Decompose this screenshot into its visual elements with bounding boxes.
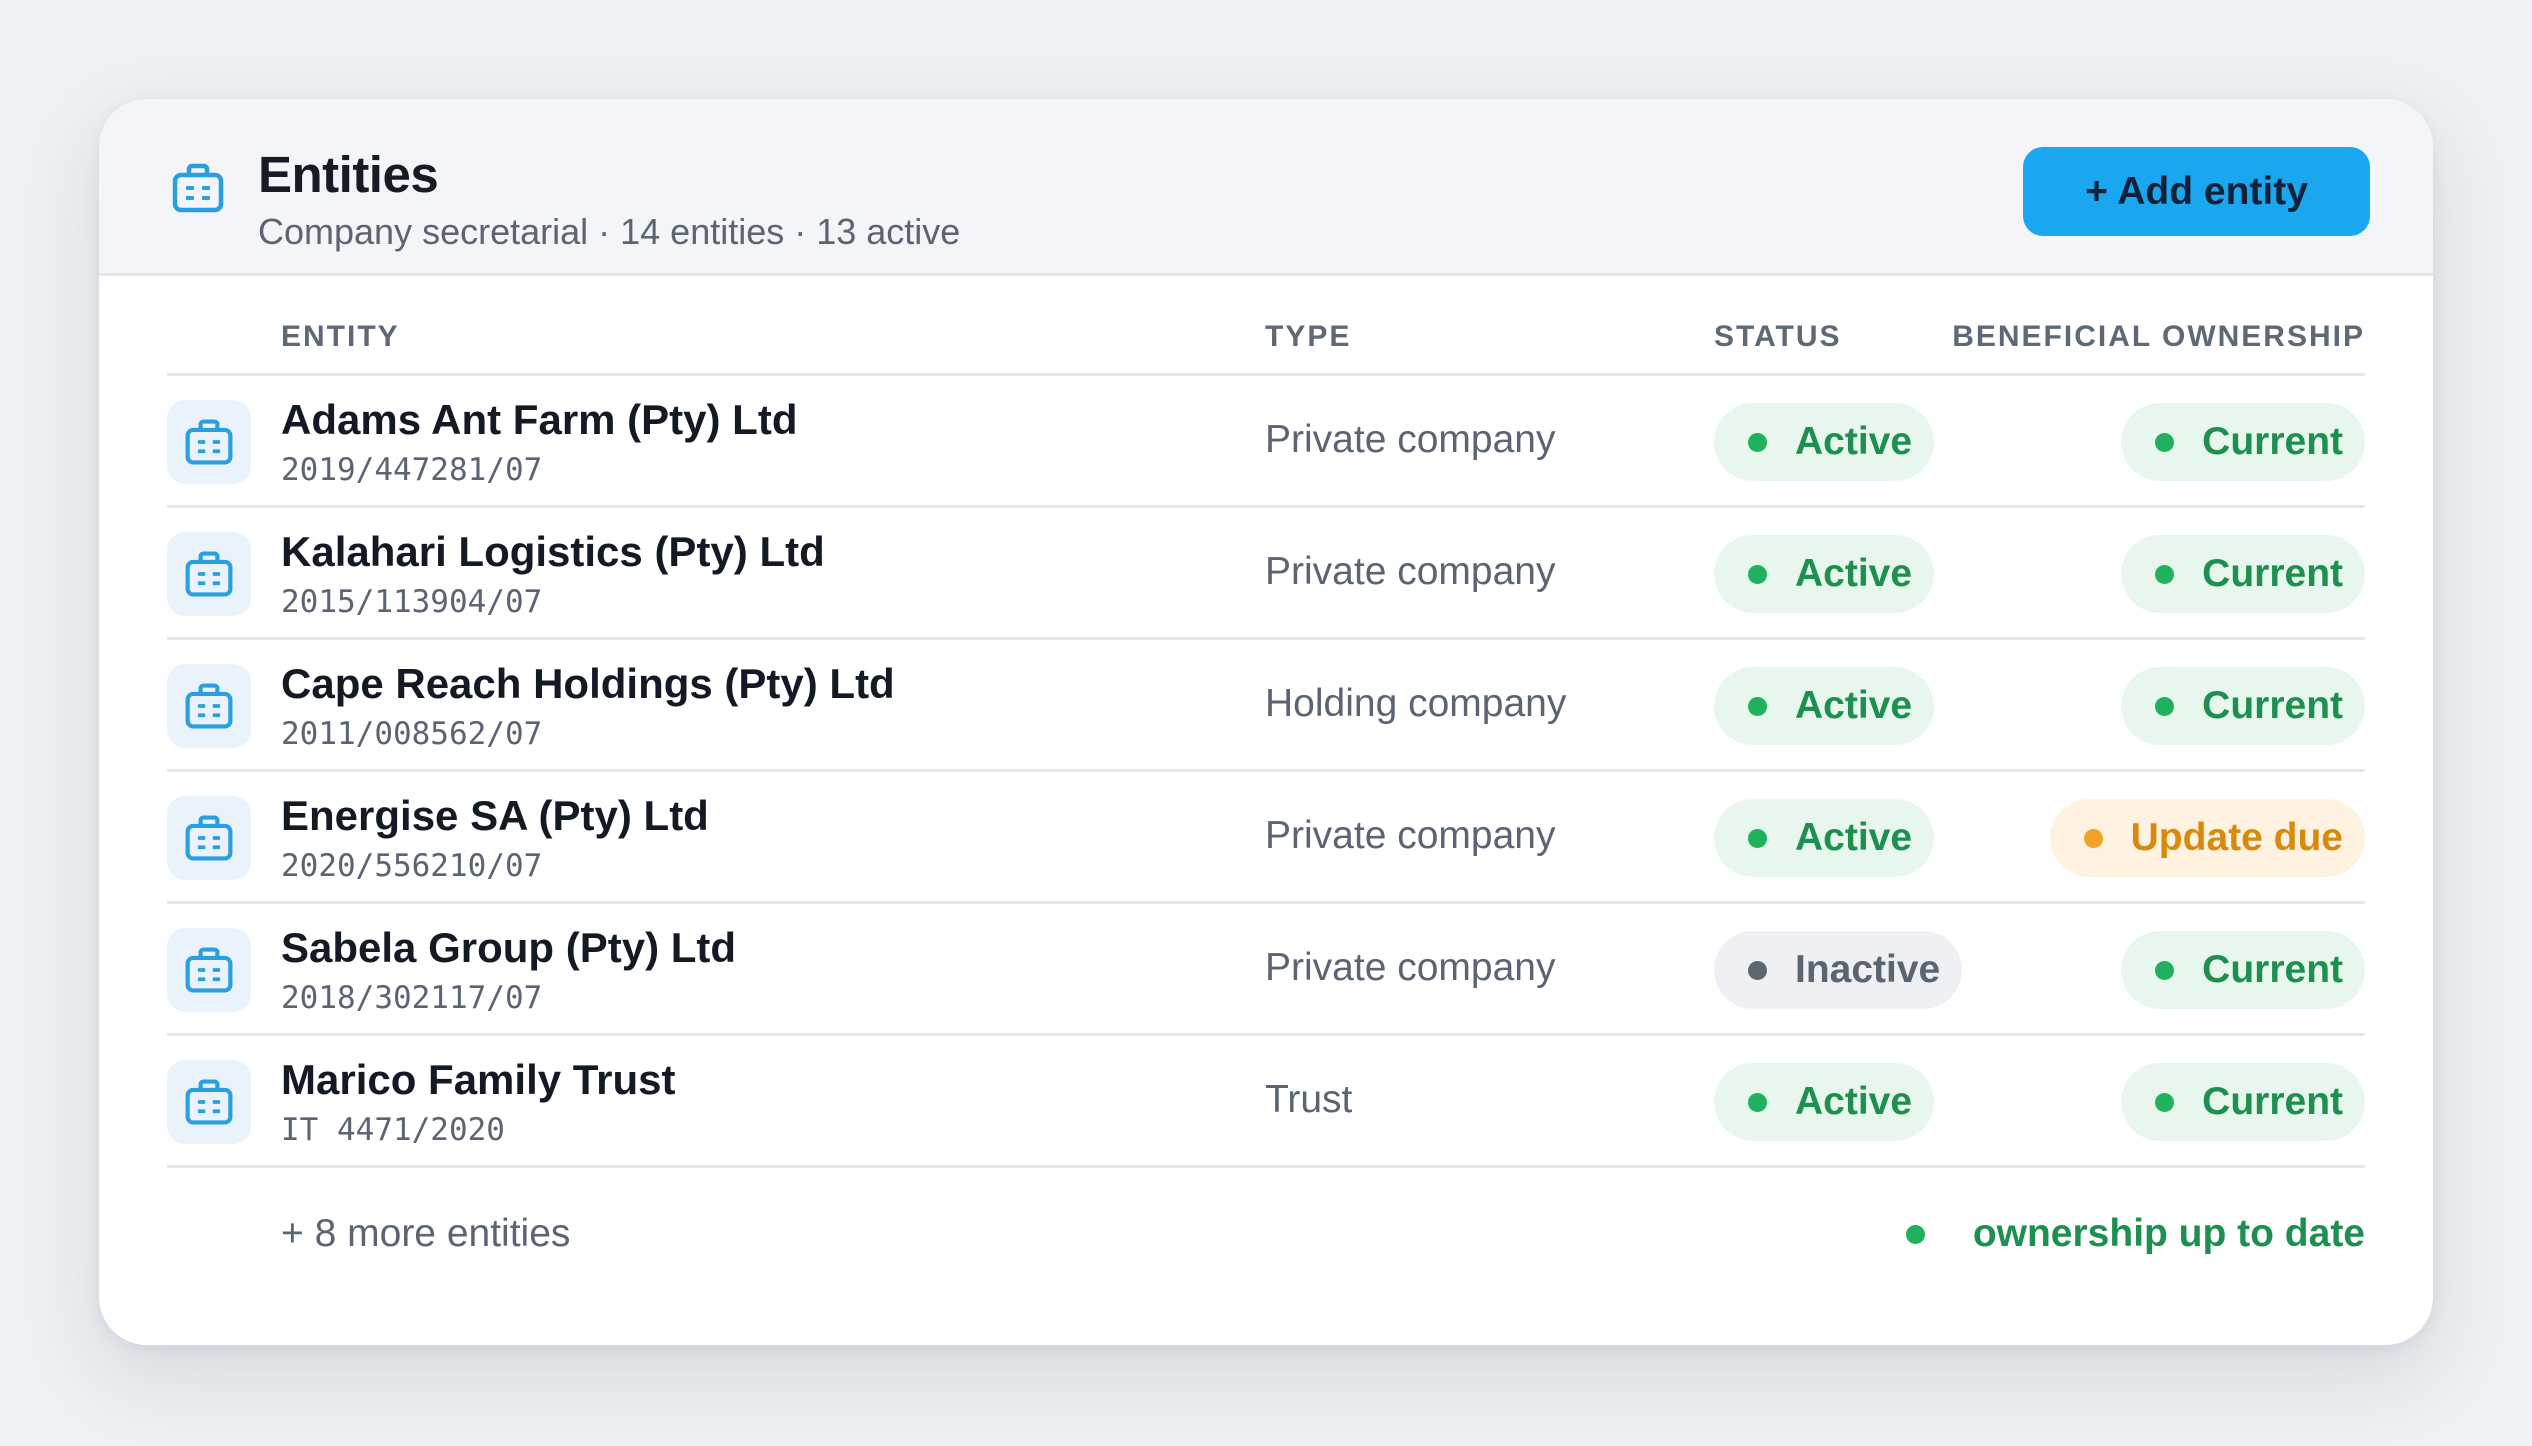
status-dot xyxy=(1748,696,1767,716)
briefcase-icon xyxy=(185,1079,233,1125)
ownership-legend: ownership up to date xyxy=(1905,1212,2365,1256)
ownership-dot xyxy=(2155,696,2175,716)
entity-registration-number: 2019/447281/07 xyxy=(281,452,543,488)
status-label: Active xyxy=(1795,1080,1913,1123)
add-entity-button[interactable]: + Add entity xyxy=(2023,147,2370,236)
entity-registration-number: 2018/302117/07 xyxy=(281,980,543,1016)
briefcase-icon xyxy=(185,419,233,465)
ownership-badge: Current xyxy=(2121,931,2365,1009)
briefcase-icon xyxy=(185,683,233,729)
page-title: Entities xyxy=(258,146,439,203)
table-row[interactable]: Adams Ant Farm (Pty) Ltd 2019/447281/07 … xyxy=(167,376,2365,508)
status-badge: Active xyxy=(1714,535,1935,613)
entity-icon-tile xyxy=(167,400,251,484)
ownership-badge: Current xyxy=(2121,535,2365,613)
ownership-dot xyxy=(2083,828,2103,848)
entity-name[interactable]: Kalahari Logistics (Pty) Ltd xyxy=(281,528,825,576)
legend-dot xyxy=(1905,1224,1925,1244)
ownership-dot xyxy=(2155,564,2175,584)
entity-type: Trust xyxy=(1265,1078,1353,1121)
status-badge: Active xyxy=(1714,1063,1935,1141)
status-badge: Inactive xyxy=(1714,931,1963,1009)
column-header-entity[interactable]: ENTITY xyxy=(281,320,400,354)
entity-name[interactable]: Energise SA (Pty) Ltd xyxy=(281,792,709,840)
entity-registration-number: 2020/556210/07 xyxy=(281,848,543,884)
briefcase-icon xyxy=(172,163,224,213)
ownership-badge: Current xyxy=(2121,403,2365,481)
status-dot xyxy=(1748,960,1767,980)
ownership-label: Current xyxy=(2202,552,2343,595)
status-dot xyxy=(1748,564,1767,584)
card-header: Entities Company secretarial · 14 entiti… xyxy=(99,99,2433,276)
table-row[interactable]: Energise SA (Pty) Ltd 2020/556210/07 Pri… xyxy=(167,772,2365,904)
column-header-type[interactable]: TYPE xyxy=(1265,320,1351,354)
ownership-label: Current xyxy=(2202,684,2343,727)
entity-registration-number: IT 4471/2020 xyxy=(281,1112,505,1148)
briefcase-icon xyxy=(185,551,233,597)
status-dot xyxy=(1748,828,1767,848)
ownership-badge: Current xyxy=(2121,1063,2365,1141)
entity-name[interactable]: Sabela Group (Pty) Ltd xyxy=(281,924,736,972)
entity-name[interactable]: Marico Family Trust xyxy=(281,1056,675,1104)
page-subtitle: Company secretarial · 14 entities · 13 a… xyxy=(258,211,961,252)
status-badge: Active xyxy=(1714,667,1935,745)
table-row[interactable]: Sabela Group (Pty) Ltd 2018/302117/07 Pr… xyxy=(167,904,2365,1036)
entity-icon-tile xyxy=(167,928,251,1012)
entities-table: ENTITY TYPE STATUS BENEFICIAL OWNERSHIP … xyxy=(167,276,2365,1298)
table-footer: + 8 more entities ownership up to date xyxy=(167,1168,2365,1298)
ownership-label: Current xyxy=(2202,420,2343,463)
status-dot xyxy=(1748,432,1767,452)
entity-type: Private company xyxy=(1265,946,1556,989)
briefcase-icon xyxy=(185,947,233,993)
ownership-dot xyxy=(2155,960,2175,980)
status-label: Active xyxy=(1795,816,1913,859)
more-entities-link[interactable]: + 8 more entities xyxy=(281,1212,570,1256)
entity-registration-number: 2011/008562/07 xyxy=(281,716,543,752)
entity-type: Holding company xyxy=(1265,682,1567,725)
status-label: Active xyxy=(1795,552,1913,595)
entity-type: Private company xyxy=(1265,418,1556,461)
ownership-label: Update due xyxy=(2130,816,2343,859)
entity-type: Private company xyxy=(1265,550,1556,593)
entity-name[interactable]: Adams Ant Farm (Pty) Ltd xyxy=(281,396,797,444)
status-label: Active xyxy=(1795,420,1913,463)
entities-card: Entities Company secretarial · 14 entiti… xyxy=(99,99,2433,1345)
status-badge: Active xyxy=(1714,799,1935,877)
entity-icon-tile xyxy=(167,664,251,748)
column-header-beneficial-ownership[interactable]: BENEFICIAL OWNERSHIP xyxy=(1952,320,2365,354)
status-label: Active xyxy=(1795,684,1913,727)
entity-name[interactable]: Cape Reach Holdings (Pty) Ltd xyxy=(281,660,895,708)
ownership-badge: Current xyxy=(2121,667,2365,745)
table-row[interactable]: Cape Reach Holdings (Pty) Ltd 2011/00856… xyxy=(167,640,2365,772)
entity-icon-tile xyxy=(167,796,251,880)
ownership-label: Current xyxy=(2202,948,2343,991)
table-header: ENTITY TYPE STATUS BENEFICIAL OWNERSHIP xyxy=(167,276,2365,376)
table-row[interactable]: Kalahari Logistics (Pty) Ltd 2015/113904… xyxy=(167,508,2365,640)
entity-registration-number: 2015/113904/07 xyxy=(281,584,543,620)
briefcase-icon xyxy=(185,815,233,861)
column-header-status[interactable]: STATUS xyxy=(1714,320,1842,354)
status-badge: Active xyxy=(1714,403,1935,481)
ownership-dot xyxy=(2155,1092,2175,1112)
table-row[interactable]: Marico Family Trust IT 4471/2020 Trust A… xyxy=(167,1036,2365,1168)
legend-label: ownership up to date xyxy=(1972,1212,2365,1255)
ownership-label: Current xyxy=(2202,1080,2343,1123)
status-dot xyxy=(1748,1092,1767,1112)
entity-type: Private company xyxy=(1265,814,1556,857)
ownership-badge: Update due xyxy=(2049,799,2365,877)
status-label: Inactive xyxy=(1795,948,1941,991)
entity-icon-tile xyxy=(167,532,251,616)
ownership-dot xyxy=(2155,432,2175,452)
entity-icon-tile xyxy=(167,1060,251,1144)
